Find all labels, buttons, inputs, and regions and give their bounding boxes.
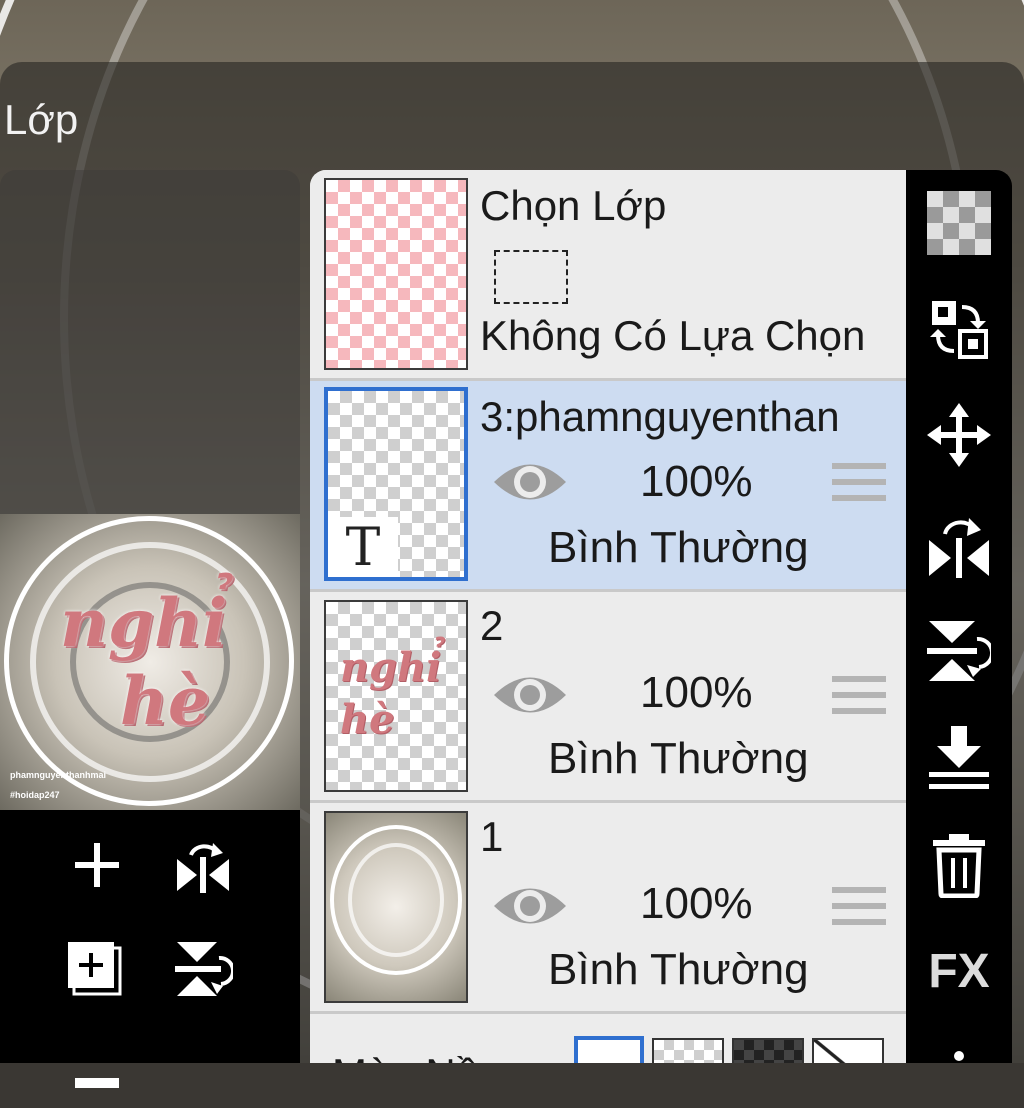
merge-down-icon: [929, 726, 989, 789]
drag-handle-icon[interactable]: [832, 676, 886, 724]
layer-row[interactable]: nghỉ hè 2 100% Bình Thường: [310, 592, 908, 803]
add-layer-button[interactable]: [62, 830, 132, 900]
art-line-2: hè: [120, 662, 210, 740]
flip-horizontal-icon: [177, 843, 229, 893]
layer-list: Chọn Lớp Không Có Lựa Chọn T 3:phamnguye…: [310, 170, 910, 1063]
thumb-caption: phamnguyenthanhmai: [10, 770, 107, 780]
bg-swatch-white[interactable]: [574, 1036, 644, 1063]
layer-blend-mode[interactable]: Bình Thường: [548, 734, 809, 784]
right-toolbar: FX: [906, 170, 1012, 1063]
background-color-row: Màu Nền: [310, 1014, 908, 1063]
more-dots-icon: [954, 1051, 964, 1061]
text-layer-icon: T: [328, 517, 398, 577]
selection-rect-icon: [494, 250, 568, 304]
layer-opacity[interactable]: 100%: [640, 457, 753, 507]
checkerboard-icon: [927, 191, 991, 255]
visibility-eye-icon[interactable]: [492, 457, 568, 507]
transparency-toggle-button[interactable]: [924, 188, 994, 258]
layer-blend-mode[interactable]: Bình Thường: [548, 945, 809, 995]
drag-handle-icon[interactable]: [832, 887, 886, 935]
bg-swatch-none[interactable]: [812, 1038, 884, 1063]
delete-layer-button[interactable]: [924, 830, 994, 900]
drag-handle-icon[interactable]: [832, 463, 886, 511]
background-color-label: Màu Nền: [332, 1050, 502, 1063]
layer-name: 1: [480, 813, 504, 860]
fx-label: FX: [928, 944, 990, 998]
flip-horizontal-button[interactable]: [168, 830, 238, 900]
layer-thumbnail: nghỉ hè: [324, 600, 468, 792]
flip-horizontal-layer-button[interactable]: [924, 510, 994, 580]
selection-layer-thumbnail: [324, 178, 468, 370]
swap-layers-button[interactable]: [924, 294, 994, 364]
trash-icon: [933, 834, 985, 898]
flip-horizontal-icon: [929, 518, 989, 578]
visibility-eye-icon[interactable]: [492, 670, 568, 720]
thumb-artwork: nghỉ hè: [60, 584, 227, 740]
canvas-thumbnail[interactable]: nghỉ hè phamnguyenthanhmai #hoidap247: [0, 514, 300, 810]
flip-vertical-button[interactable]: [168, 934, 238, 1004]
bg-swatch-transparent[interactable]: [652, 1038, 724, 1063]
add-layer-copy-button[interactable]: [60, 934, 130, 1004]
swap-icon: [930, 301, 988, 359]
layer-thumbnail: T: [324, 387, 468, 581]
bg-swatch-dark[interactable]: [732, 1038, 804, 1063]
layer-name: 3:phamnguyenthan: [480, 393, 840, 440]
selection-status: Không Có Lựa Chọn: [480, 312, 866, 359]
more-options-button[interactable]: [924, 1030, 994, 1100]
art-line-1: nghỉ: [60, 584, 228, 662]
add-copy-icon: [68, 942, 122, 996]
selection-layer-row[interactable]: Chọn Lớp Không Có Lựa Chọn: [310, 170, 908, 381]
panel-title: Lớp: [4, 96, 79, 143]
layer-blend-mode[interactable]: Bình Thường: [548, 523, 809, 573]
layer-opacity[interactable]: 100%: [640, 668, 753, 718]
delete-tool-partial[interactable]: [62, 1038, 132, 1108]
selection-layer-name: Chọn Lớp: [480, 182, 667, 229]
layer-name: 2: [480, 602, 504, 649]
move-layer-button[interactable]: [924, 400, 994, 470]
flip-vertical-layer-button[interactable]: [924, 616, 994, 686]
layer-effects-button[interactable]: FX: [924, 936, 994, 1006]
layer-tools: [0, 810, 300, 1088]
layer-row[interactable]: 1 100% Bình Thường: [310, 803, 908, 1014]
thumb-ring: [348, 843, 444, 957]
flip-vertical-icon: [927, 621, 991, 681]
thumb-caption: #hoidap247: [10, 790, 60, 800]
trash-lid-icon: [75, 1078, 119, 1088]
layer-artwork: nghỉ hè: [340, 644, 442, 743]
layer-opacity[interactable]: 100%: [640, 879, 753, 929]
layer-row[interactable]: T 3:phamnguyenthan 100% Bình Thường: [310, 381, 908, 592]
layer-thumbnail: [324, 811, 468, 1003]
flip-vertical-icon: [175, 942, 233, 996]
merge-down-button[interactable]: [924, 724, 994, 794]
move-arrows-icon: [927, 403, 991, 467]
plus-icon: [75, 843, 119, 887]
visibility-eye-icon[interactable]: [492, 881, 568, 931]
